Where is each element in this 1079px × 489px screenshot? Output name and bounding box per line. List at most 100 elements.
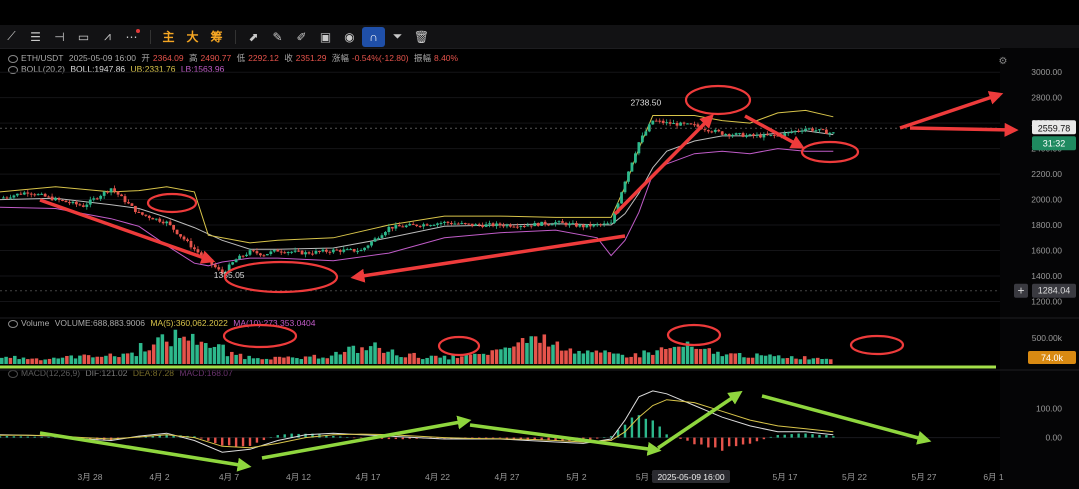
- volume-bar: [759, 355, 764, 364]
- candle-body: [397, 225, 401, 227]
- volume-bar: [529, 336, 534, 364]
- candle-body: [824, 129, 828, 134]
- candle-body: [9, 197, 12, 199]
- candle-body: [61, 199, 64, 201]
- trend-arrow: [761, 394, 932, 445]
- candle-body: [665, 122, 669, 124]
- x-tick-label: 5月 17: [772, 472, 797, 482]
- volume-bar: [303, 356, 308, 364]
- volume-bar: [664, 349, 668, 364]
- filter-icon[interactable]: ⏷: [386, 27, 409, 47]
- indicator-button-0[interactable]: 主: [157, 27, 180, 47]
- pointer-icon[interactable]: ⬈: [242, 27, 265, 47]
- trash-icon[interactable]: 🗑: [410, 27, 433, 47]
- volume-bar: [69, 355, 73, 364]
- volume-bar: [499, 349, 503, 364]
- volume-bar: [52, 357, 56, 364]
- volume-bar: [182, 336, 186, 364]
- volume-bar: [742, 357, 746, 364]
- volume-bar: [177, 337, 182, 364]
- candle-body: [599, 224, 603, 226]
- candle-body: [432, 224, 436, 226]
- candle-body: [658, 120, 662, 122]
- candle-body: [71, 201, 75, 204]
- volume-bar: [707, 348, 712, 364]
- volume-bar: [564, 350, 568, 364]
- indicator-button-1[interactable]: 大: [181, 27, 204, 47]
- volume-bar: [590, 352, 594, 364]
- candle-body: [85, 204, 89, 207]
- volume-bar: [533, 336, 538, 364]
- candlestick-chart[interactable]: 3000.002800.002600.002400.002200.002000.…: [0, 48, 1079, 489]
- volume-bar: [698, 349, 703, 364]
- candle-body: [522, 225, 526, 227]
- volume-bar: [468, 354, 473, 364]
- drawing-toolbar: ⟋ ☰ ⊣ ▭ ⩘ ⋯ 主大筹 ⬈ ✎ ✐ ▣ ◉ ∩ ⏷ 🗑: [0, 25, 1079, 49]
- candle-body: [449, 222, 453, 225]
- marker-icon[interactable]: ✐: [290, 27, 313, 47]
- volume-bar: [368, 346, 373, 364]
- pencil-icon[interactable]: ✎: [266, 27, 289, 47]
- candle-body: [720, 131, 724, 135]
- x-tick-label: 4月 27: [494, 472, 519, 482]
- volume-bar: [121, 353, 126, 364]
- rectangle-icon[interactable]: ▭: [72, 27, 95, 47]
- highlight-ellipse: [437, 335, 481, 357]
- candle-body: [474, 224, 478, 226]
- candle-body: [790, 132, 794, 134]
- candle-body: [634, 153, 637, 163]
- candle-body: [752, 134, 755, 136]
- macd-histogram-bar: [769, 436, 773, 438]
- volume-bar: [611, 353, 616, 364]
- volume-bar: [520, 338, 525, 364]
- horizontal-line-icon[interactable]: ⊣: [48, 27, 71, 47]
- candle-body: [651, 120, 655, 125]
- macd-histogram-bar: [234, 437, 238, 447]
- macd-histogram-bar: [26, 436, 29, 438]
- clipboard-icon[interactable]: ▣: [314, 27, 337, 47]
- trend-line-icon[interactable]: ⟋: [0, 27, 23, 47]
- candle-body: [373, 238, 377, 242]
- macd-histogram-bar: [748, 437, 752, 444]
- volume-bar: [464, 354, 468, 364]
- macd-histogram-bar: [207, 437, 210, 441]
- candle-body: [5, 197, 9, 199]
- volume-bar: [516, 342, 521, 364]
- candle-body: [109, 188, 113, 193]
- x-tick-label: 6月 1: [983, 472, 1004, 482]
- x-tick-label: 4月 12: [286, 472, 311, 482]
- volume-bar: [390, 349, 395, 364]
- candle-body: [491, 223, 495, 227]
- candle-body: [15, 193, 19, 196]
- candle-body: [390, 226, 394, 229]
- volume-bar: [134, 356, 139, 364]
- eye-icon[interactable]: ◉: [338, 27, 361, 47]
- candle-body: [453, 223, 457, 225]
- candle-body: [557, 221, 561, 223]
- volume-bar: [737, 353, 742, 364]
- fib-icon[interactable]: ⩘: [96, 27, 119, 47]
- volume-bar: [264, 358, 269, 364]
- indicator-button-2[interactable]: 筹: [205, 27, 228, 47]
- volume-bar: [325, 358, 330, 364]
- volume-bar: [225, 356, 230, 364]
- parallel-lines-icon[interactable]: ☰: [24, 27, 47, 47]
- candle-body: [210, 259, 214, 265]
- macd-histogram-bar: [387, 437, 391, 440]
- candle-body: [623, 181, 627, 193]
- candle-body: [88, 199, 92, 205]
- candle-body: [120, 194, 123, 197]
- candle-body: [762, 134, 766, 138]
- magnet-icon[interactable]: ∩: [362, 26, 385, 47]
- macd-histogram-bar: [825, 435, 828, 438]
- x-tick-label: 5月 2: [566, 472, 587, 482]
- volume-bar: [308, 356, 312, 364]
- macd-tick-label: 100.00: [1036, 403, 1062, 413]
- candle-body: [446, 221, 450, 223]
- macd-histogram-bar: [776, 435, 779, 438]
- plus-icon: +: [1017, 284, 1024, 298]
- candle-body: [64, 200, 68, 203]
- volume-bar: [815, 357, 820, 364]
- more-icon[interactable]: ⋯: [120, 27, 143, 47]
- y-tick-label: 2800.00: [1031, 93, 1062, 103]
